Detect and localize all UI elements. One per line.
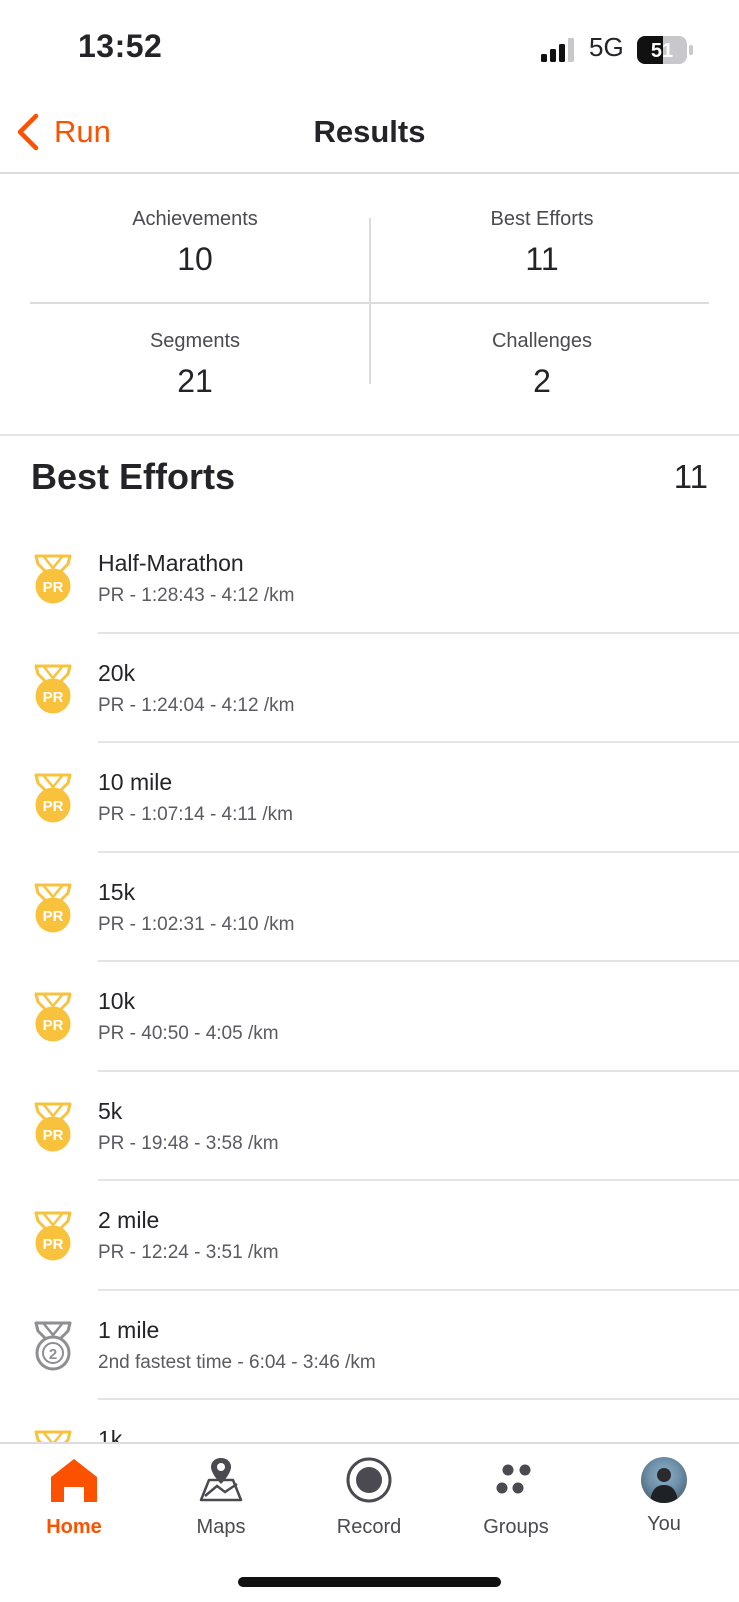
effort-name: 15k — [98, 878, 136, 905]
best-effort-text: 1k — [98, 1426, 739, 1442]
avatar-photo — [650, 1468, 678, 1503]
medal-label: PR — [43, 798, 64, 815]
home-icon — [51, 1459, 97, 1502]
section-count: 11 — [673, 458, 708, 495]
maps-icon — [199, 1458, 243, 1502]
tab-label: Home — [46, 1516, 102, 1538]
network-label: 5G — [589, 32, 624, 62]
page-title: Results — [313, 114, 426, 149]
best-effort-text: 10 mile PR - 1:07:14 - 4:11 /km — [98, 769, 739, 853]
best-efforts-header: Best Efforts 11 — [31, 456, 708, 506]
tab-groups[interactable]: Groups — [442, 1454, 590, 1539]
medal-label: PR — [43, 1017, 64, 1034]
effort-name: 1k — [98, 1426, 123, 1442]
best-effort-row[interactable]: PR 15k PR - 1:02:31 - 4:10 /km — [0, 853, 739, 962]
effort-detail: PR - 1:07:14 - 4:11 /km — [98, 804, 294, 825]
effort-name: 10 mile — [98, 769, 173, 795]
best-effort-row[interactable]: PR Half-Marathon PR - 1:28:43 - 4:12 /km — [0, 524, 739, 634]
signal-icon — [541, 38, 574, 62]
effort-name: 20k — [98, 659, 136, 686]
best-effort-text: 2 mile PR - 12:24 - 3:51 /km — [98, 1207, 739, 1291]
stat-value: 21 — [177, 363, 213, 399]
effort-detail: PR - 40:50 - 4:05 /km — [98, 1023, 279, 1044]
stat-label: Challenges — [491, 330, 593, 352]
best-effort-text: 1 mile 2nd fastest time - 6:04 - 3:46 /km — [98, 1316, 739, 1400]
medal-label: 2 — [49, 1346, 57, 1363]
pr-medal-icon: PR — [34, 992, 72, 1042]
status-bar: 13:52 5G 51 — [0, 0, 739, 96]
medal-label: PR — [43, 1127, 64, 1144]
effort-detail: PR - 12:24 - 3:51 /km — [98, 1242, 279, 1263]
best-effort-row[interactable]: PR 20k PR - 1:24:04 - 4:12 /km — [0, 634, 739, 743]
tab-home[interactable]: Home — [0, 1454, 148, 1539]
pr-medal-icon: PR — [34, 664, 72, 713]
avatar — [641, 1457, 687, 1503]
effort-detail: PR - 19:48 - 3:58 /km — [98, 1132, 279, 1154]
pr-medal-icon: PR — [34, 1211, 72, 1261]
best-effort-row[interactable]: PR 10k PR - 40:50 - 4:05 /km — [0, 962, 739, 1072]
pr-medal-icon: PR — [34, 1102, 72, 1151]
best-effort-row[interactable]: PR 2 mile PR - 12:24 - 3:51 /km — [0, 1181, 739, 1291]
silver-medal-icon: 2 — [34, 1321, 72, 1370]
status-time: 13:52 — [78, 28, 163, 64]
stat-label: Best Efforts — [490, 208, 594, 230]
best-effort-text: 5k PR - 19:48 - 3:58 /km — [98, 1097, 739, 1181]
medal-label: PR — [43, 689, 64, 706]
pr-medal-icon: PR — [34, 1430, 72, 1442]
best-effort-row[interactable]: PR 5k PR - 19:48 - 3:58 /km — [0, 1072, 739, 1181]
best-effort-text: 20k PR - 1:24:04 - 4:12 /km — [98, 659, 739, 743]
battery-icon: 51 — [637, 36, 693, 64]
groups-icon — [496, 1464, 531, 1494]
medal-label: PR — [43, 579, 64, 596]
tab-label: Groups — [483, 1516, 549, 1538]
best-effort-text: 10k PR - 40:50 - 4:05 /km — [98, 988, 739, 1072]
effort-name: 5k — [98, 1097, 123, 1124]
best-effort-row[interactable]: 2 1 mile 2nd fastest time - 6:04 - 3:46 /k… — [0, 1291, 739, 1400]
effort-name: 10k — [98, 988, 136, 1014]
stat-achievements[interactable]: Achievements 10 — [25, 208, 365, 278]
stat-best-efforts[interactable]: Best Efforts 11 — [372, 208, 712, 278]
nav-header: Run Results — [0, 96, 739, 174]
vertical-divider — [369, 218, 371, 384]
record-icon — [346, 1457, 392, 1503]
tab-you[interactable]: You — [590, 1454, 738, 1536]
best-effort-row[interactable]: PR 10 mile PR - 1:07:14 - 4:11 /km — [0, 743, 739, 853]
stat-value: 2 — [533, 363, 551, 399]
best-effort-text: Half-Marathon PR - 1:28:43 - 4:12 /km — [98, 550, 739, 634]
medal-label: PR — [43, 1236, 64, 1253]
effort-detail: PR - 1:02:31 - 4:10 /km — [98, 913, 295, 935]
results-summary: Achievements 10 Best Efforts 11 Segments… — [0, 174, 739, 436]
effort-name: 1 mile — [98, 1316, 160, 1343]
best-effort-text: 15k PR - 1:02:31 - 4:10 /km — [98, 878, 739, 962]
effort-name: 2 mile — [98, 1207, 160, 1233]
tab-record[interactable]: Record — [295, 1454, 443, 1539]
tab-label: Maps — [196, 1516, 246, 1538]
stat-label: Achievements — [132, 208, 258, 230]
stat-segments[interactable]: Segments 21 — [25, 330, 365, 400]
home-indicator — [238, 1577, 501, 1587]
stat-value: 10 — [177, 241, 213, 277]
pr-medal-icon: PR — [34, 554, 72, 604]
section-title: Best Efforts — [31, 456, 236, 497]
medal-label: PR — [43, 908, 64, 925]
best-effort-row[interactable]: PR 1k — [0, 1400, 739, 1442]
stat-challenges[interactable]: Challenges 2 — [372, 330, 712, 400]
tab-label: You — [647, 1513, 681, 1535]
stat-label: Segments — [149, 330, 241, 352]
best-efforts-list: PR Half-Marathon PR - 1:28:43 - 4:12 /km PR… — [0, 524, 739, 1442]
effort-detail: PR - 1:28:43 - 4:12 /km — [98, 585, 295, 606]
tab-maps[interactable]: Maps — [147, 1454, 295, 1539]
battery-level: 51 — [651, 40, 673, 62]
pr-medal-icon: PR — [34, 773, 72, 823]
pr-medal-icon: PR — [34, 883, 72, 932]
stat-value: 11 — [525, 241, 559, 277]
tab-label: Record — [336, 1516, 402, 1538]
effort-detail: 2nd fastest time - 6:04 - 3:46 /km — [98, 1351, 376, 1373]
effort-detail: PR - 1:24:04 - 4:12 /km — [98, 694, 295, 716]
effort-name: Half-Marathon — [98, 550, 244, 576]
horizontal-divider — [30, 302, 709, 304]
